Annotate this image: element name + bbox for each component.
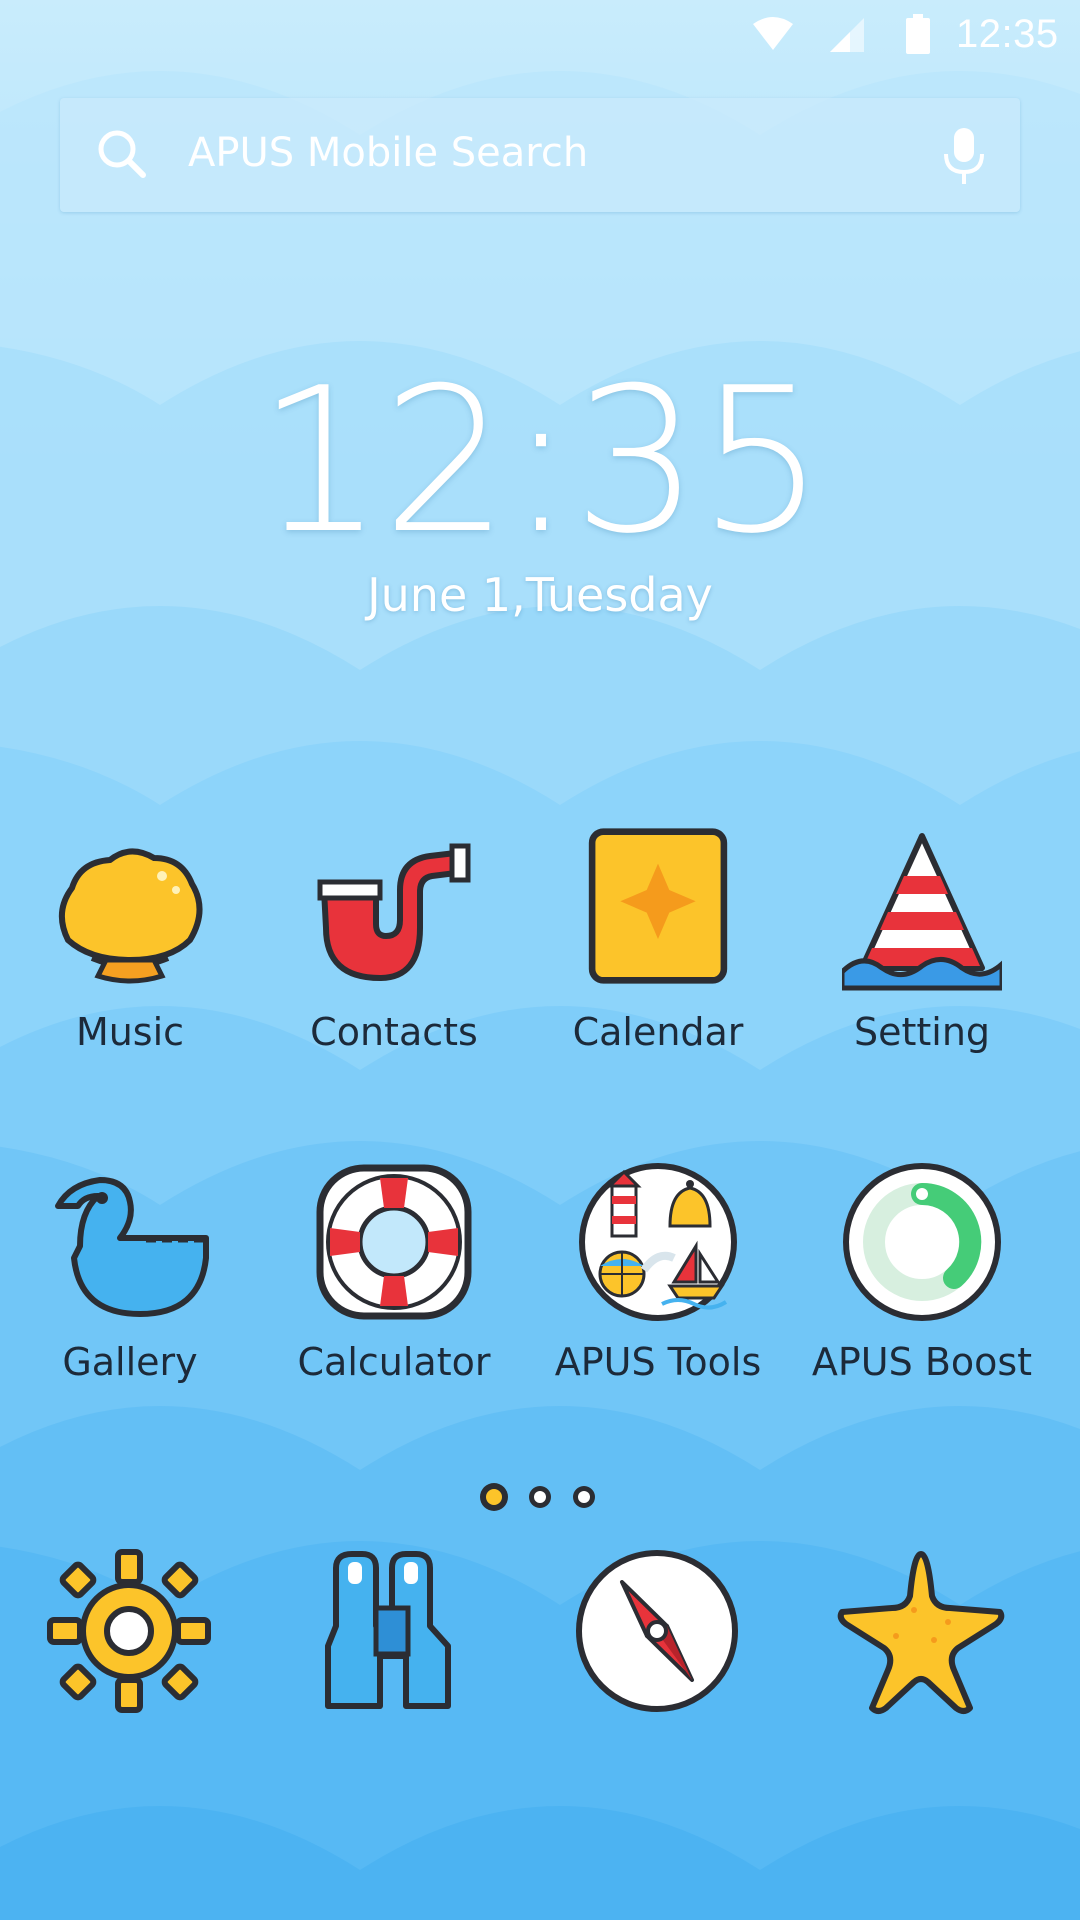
app-label: APUS Tools — [554, 1340, 762, 1384]
clock-date[interactable]: June 1,Tuesday — [0, 568, 1080, 622]
pipe-icon — [317, 843, 471, 981]
tools-folder-icon — [579, 1163, 737, 1321]
app-label: Contacts — [310, 1010, 478, 1054]
binoculars-icon[interactable] — [308, 1546, 478, 1716]
compass-icon[interactable] — [572, 1546, 742, 1716]
app-calendar[interactable]: Calendar — [528, 820, 788, 1070]
duck-icon — [55, 1177, 209, 1317]
status-bar: 12:35 — [0, 0, 1080, 72]
microphone-icon[interactable] — [940, 126, 988, 186]
wave-band — [0, 1806, 1080, 1920]
app-setting[interactable]: Setting — [792, 820, 1052, 1070]
app-contacts[interactable]: Contacts — [264, 820, 524, 1070]
wifi-icon — [753, 17, 793, 50]
traffic-cone-icon — [842, 833, 1002, 991]
app-calculator[interactable]: Calculator — [264, 1150, 524, 1400]
sun-gear-icon[interactable] — [44, 1546, 214, 1716]
battery-icon — [906, 14, 930, 54]
starfish-icon[interactable] — [836, 1546, 1006, 1716]
app-apus-tools[interactable]: APUS Tools — [528, 1150, 788, 1400]
app-label: APUS Boost — [811, 1340, 1033, 1384]
app-label: Music — [75, 1010, 185, 1054]
page-indicator[interactable] — [476, 1480, 606, 1514]
app-label: Gallery — [62, 1340, 198, 1384]
app-music[interactable]: Music — [0, 820, 260, 1070]
search-bar[interactable]: APUS Mobile Search — [60, 98, 1020, 212]
app-label: Calculator — [297, 1340, 491, 1384]
app-apus-boost[interactable]: APUS Boost — [792, 1150, 1052, 1400]
calendar-card-icon — [588, 828, 728, 984]
search-icon[interactable] — [96, 128, 148, 180]
boost-ring-icon — [843, 1163, 1001, 1321]
search-input[interactable]: APUS Mobile Search — [188, 130, 588, 176]
status-time: 12:35 — [956, 12, 1059, 56]
signal-icon — [830, 18, 864, 52]
app-gallery[interactable]: Gallery — [0, 1150, 260, 1400]
clock-time[interactable]: 12:35 — [0, 345, 1080, 578]
lifebuoy-icon — [316, 1164, 472, 1320]
app-label: Setting — [853, 1010, 991, 1054]
shell-icon — [59, 848, 203, 984]
lighthouse-icon — [606, 1169, 642, 1238]
app-label: Calendar — [572, 1010, 744, 1054]
globe-icon — [598, 1250, 646, 1298]
